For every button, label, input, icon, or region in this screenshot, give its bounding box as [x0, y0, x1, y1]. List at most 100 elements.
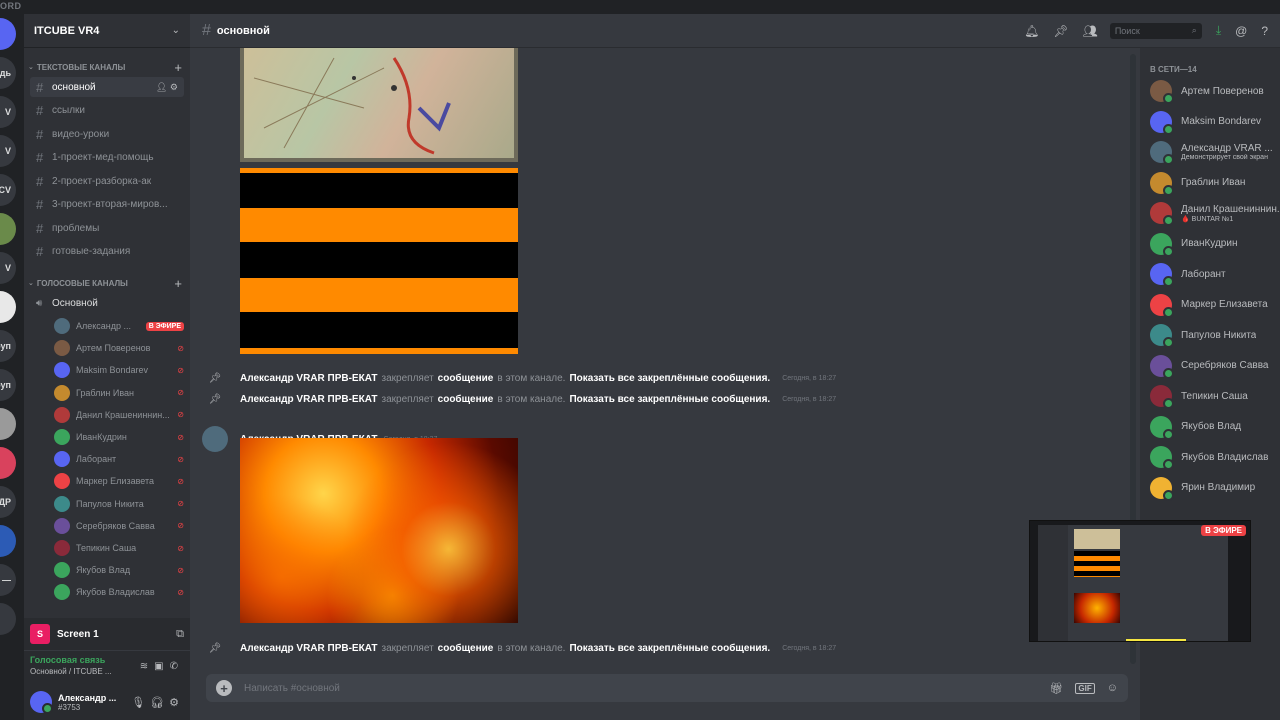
gif-button[interactable]: GIF [1075, 682, 1095, 694]
voice-user[interactable]: Серебряков Савва ⊘ [54, 516, 184, 536]
noise-icon[interactable]: ≋ [140, 661, 154, 672]
voice-user[interactable]: Лаборант ⊘ [54, 449, 184, 469]
help-icon[interactable]: ? [1261, 24, 1268, 38]
server-icon[interactable] [0, 603, 16, 635]
add-channel-icon[interactable]: + [174, 60, 182, 75]
server-icon[interactable] [0, 213, 16, 245]
channel-item[interactable]: # проблемы [30, 218, 184, 238]
voice-user[interactable]: Александр ... В ЭФИРЕ [54, 316, 184, 336]
pin-user[interactable]: Александр VRAR ПРВ-ЕКАТ [240, 373, 378, 384]
voice-user[interactable]: Маркер Елизавета ⊘ [54, 471, 184, 491]
server-header[interactable]: ITCUBE VR4 ⌄ [24, 14, 190, 48]
pin-message-link[interactable]: сообщение [438, 643, 494, 654]
title-bar: ORD [0, 0, 1280, 14]
ribbon-image[interactable] [240, 168, 518, 354]
mention-icon[interactable]: @ [1235, 24, 1247, 38]
add-channel-icon[interactable]: + [174, 276, 182, 291]
voice-user[interactable]: Якубов Владислав ⊘ [54, 582, 184, 602]
category-text-channels[interactable]: ⌄ ТЕКСТОВЫЕ КАНАЛЫ + [24, 60, 190, 75]
member-item[interactable]: Серебряков Савва [1150, 351, 1280, 381]
channel-item[interactable]: #2-проект-разборка-ак [30, 171, 184, 191]
pin-message-link[interactable]: сообщение [438, 394, 494, 405]
pin-user[interactable]: Александр VRAR ПРВ-ЕКАТ [240, 643, 378, 654]
member-item[interactable]: Папулов Никита [1150, 320, 1280, 350]
fire-image[interactable] [240, 438, 518, 623]
disconnect-icon[interactable]: ✆ [170, 661, 184, 672]
server-icon[interactable] [0, 447, 16, 479]
member-item[interactable]: Александр VRAR ... Демонстрирует свой экр… [1150, 137, 1280, 167]
server-icon[interactable]: V [0, 252, 16, 284]
gift-icon[interactable]: 🎁︎ [1049, 682, 1063, 695]
show-all-pins-link[interactable]: Показать все закреплённые сообщения. [569, 373, 770, 384]
emoji-icon[interactable]: ☺ [1107, 682, 1118, 694]
download-icon[interactable]: ⤓ [1216, 23, 1221, 38]
members-icon[interactable]: 👥︎ [1083, 24, 1098, 38]
member-status: 🩸 BUNTAR №1 [1181, 215, 1234, 223]
avatar[interactable] [30, 691, 53, 714]
search-input[interactable]: Поиск ⌕ [1109, 22, 1202, 39]
voice-user[interactable]: Папулов Никита ⊘ [54, 494, 184, 514]
pin-user[interactable]: Александр VRAR ПРВ-ЕКАТ [240, 394, 378, 405]
server-icon[interactable]: V [0, 96, 16, 128]
server-icon[interactable]: Груп [0, 330, 16, 362]
server-icon[interactable]: CV [0, 174, 16, 206]
voice-channel-main[interactable]: 🔊︎ Основной [30, 293, 184, 313]
map-image[interactable] [240, 48, 518, 162]
avatar[interactable] [202, 426, 228, 452]
server-icon[interactable]: ведь [0, 57, 16, 89]
add-attachment-icon[interactable]: + [216, 680, 232, 696]
server-icon[interactable] [0, 18, 16, 50]
member-name: Александр VRAR ... [1181, 143, 1273, 154]
gear-icon[interactable]: ⚙ [169, 697, 184, 709]
channel-item[interactable]: # готовые-задания [30, 242, 184, 262]
member-item[interactable]: Артем Поверенов [1150, 76, 1280, 106]
member-item[interactable]: Maksim Bondarev [1150, 107, 1280, 137]
avatar [1150, 385, 1174, 409]
member-item[interactable]: Тепикин Саша [1150, 381, 1280, 411]
channel-item[interactable]: #1-проект-мед-помощь [30, 148, 184, 168]
pin-icon[interactable]: 📌︎ [1053, 24, 1068, 38]
pin-message-link[interactable]: сообщение [438, 373, 494, 384]
headphones-icon[interactable]: 🎧︎ [150, 697, 169, 709]
voice-user[interactable]: Якубов Влад ⊘ [54, 560, 184, 580]
voice-user[interactable]: Данил Крашениннин... ⊘ [54, 405, 184, 425]
invite-icon[interactable]: 👤︎ [156, 82, 167, 92]
channel-item[interactable]: # основной 👤︎ ⚙ [30, 77, 184, 97]
screen-share-icon[interactable]: ⧉ [176, 628, 184, 641]
channel-item[interactable]: #3-проект-вторая-миров... [30, 195, 184, 215]
member-item[interactable]: ИванКудрин [1150, 229, 1280, 259]
member-item[interactable]: Лаборант [1150, 259, 1280, 289]
server-icon[interactable] [0, 408, 16, 440]
server-icon[interactable]: АНДР [0, 486, 16, 518]
voice-user[interactable]: Артем Поверенов ⊘ [54, 338, 184, 358]
voice-user[interactable]: ИванКудрин ⊘ [54, 427, 184, 447]
member-item[interactable]: Якубов Влад [1150, 412, 1280, 442]
server-icon[interactable]: Груп [0, 369, 16, 401]
server-icon[interactable] [0, 525, 16, 557]
member-item[interactable]: Граблин Иван [1150, 168, 1280, 198]
category-voice-channels[interactable]: ⌄ ГОЛОСОВЫЕ КАНАЛЫ + [24, 276, 190, 291]
member-item[interactable]: Ярин Владимир [1150, 473, 1280, 503]
gear-icon[interactable]: ⚙ [170, 82, 178, 92]
member-item[interactable]: Якубов Владислав [1150, 442, 1280, 472]
voice-user[interactable]: Maksim Bondarev ⊘ [54, 360, 184, 380]
message-input[interactable] [244, 682, 1038, 694]
video-icon[interactable]: ▣ [154, 661, 169, 672]
preview-map-thumb [1074, 529, 1120, 549]
show-all-pins-link[interactable]: Показать все закреплённые сообщения. [569, 394, 770, 405]
deafened-icon: ⊘ [177, 543, 184, 553]
channel-item[interactable]: # ссылки [30, 101, 184, 121]
microphone-icon[interactable]: 🎙︎ [131, 697, 150, 709]
server-icon[interactable]: — [0, 564, 16, 596]
show-all-pins-link[interactable]: Показать все закреплённые сообщения. [569, 643, 770, 654]
stream-preview[interactable]: В ЭФИРЕ [1029, 520, 1251, 642]
member-item[interactable]: Маркер Елизавета [1150, 290, 1280, 320]
member-item[interactable]: Данил Крашениннин... 🩸 BUNTAR №1 [1150, 198, 1280, 228]
voice-user[interactable]: Граблин Иван ⊘ [54, 383, 184, 403]
bell-icon[interactable]: 🔔︎ [1024, 24, 1039, 38]
server-icon[interactable]: V [0, 135, 16, 167]
server-icon[interactable] [0, 291, 16, 323]
channel-item[interactable]: # видео-уроки [30, 124, 184, 144]
members-category: В СЕТИ—14 [1150, 65, 1197, 74]
voice-user[interactable]: Тепикин Саша ⊘ [54, 538, 184, 558]
